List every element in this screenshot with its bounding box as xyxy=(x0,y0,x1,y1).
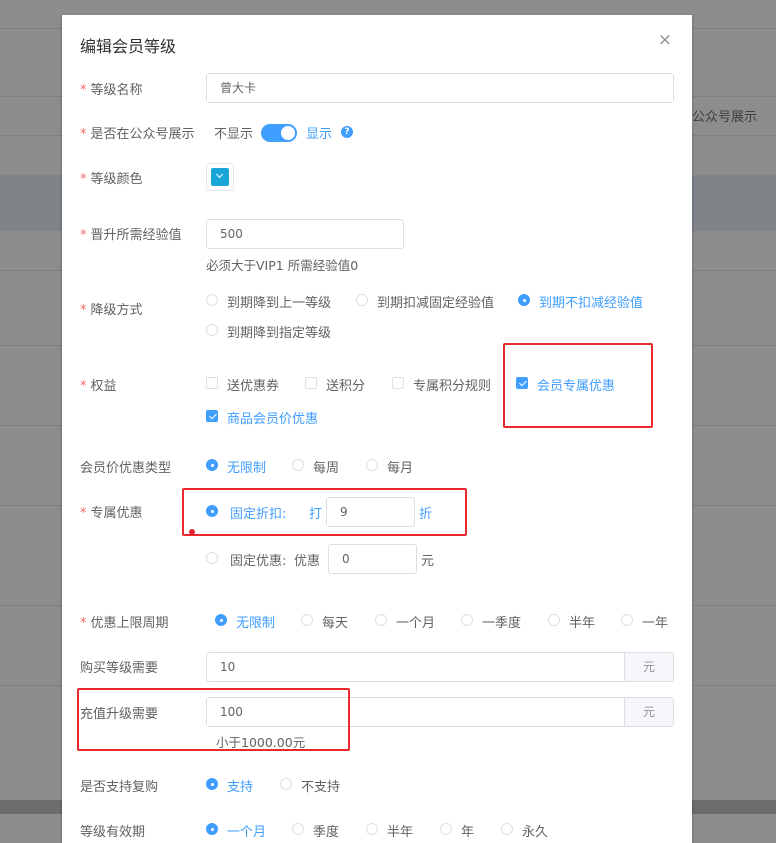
fixed-amount-suffix: 元 xyxy=(421,554,435,569)
switch-off-text: 不显示 xyxy=(214,127,254,142)
annotation-box-recharge xyxy=(77,688,350,751)
validity-option-1: 季度 xyxy=(313,825,340,840)
purchase-need-unit: 元 xyxy=(625,652,674,682)
level-name-input[interactable]: 曾大卡 xyxy=(206,73,674,103)
exp-hint: 必须大于VIP1 所需经验值0 xyxy=(206,258,359,273)
fixed-amount-input[interactable]: 0 xyxy=(328,544,417,574)
benefit-option-0: 送优惠券 xyxy=(227,379,280,394)
limit-radio-4[interactable] xyxy=(548,614,560,626)
level-name-label: * 等级名称 xyxy=(80,83,143,98)
benefit-option-1: 送积分 xyxy=(326,379,366,394)
limit-radio-2[interactable] xyxy=(375,614,387,626)
downgrade-option-0: 到期降到上一等级 xyxy=(227,296,332,311)
benefit-checkbox-2[interactable] xyxy=(392,377,404,389)
bg-column-text: 公众号展示 xyxy=(692,110,758,125)
validity-radio-1[interactable] xyxy=(292,823,304,835)
level-color-label: * 等级颜色 xyxy=(80,172,143,187)
benefit-option-4: 商品会员价优惠 xyxy=(227,412,319,427)
price-type-radio-1[interactable] xyxy=(292,459,304,471)
benefit-option-2: 专属积分规则 xyxy=(413,379,492,394)
limit-radio-1[interactable] xyxy=(301,614,313,626)
repurchase-option-1: 不支持 xyxy=(301,780,341,795)
limit-radio-3[interactable] xyxy=(461,614,473,626)
downgrade-option-1: 到期扣减固定经验值 xyxy=(377,296,495,311)
dialog-title: 编辑会员等级 xyxy=(80,37,177,56)
price-discount-type-label: 会员价优惠类型 xyxy=(80,461,172,476)
chevron-down-icon xyxy=(211,168,229,186)
benefits-label: * 权益 xyxy=(80,379,117,394)
repurchase-radio-0[interactable] xyxy=(206,778,218,790)
downgrade-radio-2[interactable] xyxy=(518,294,530,306)
benefit-checkbox-0[interactable] xyxy=(206,377,218,389)
fixed-amount-prefix: 优惠 xyxy=(294,554,321,569)
price-type-option-1: 每周 xyxy=(313,461,340,476)
recharge-need-unit: 元 xyxy=(625,697,674,727)
help-icon[interactable]: ? xyxy=(341,126,353,138)
show-public-label: * 是否在公众号展示 xyxy=(80,127,195,142)
validity-option-2: 半年 xyxy=(387,825,414,840)
price-type-radio-2[interactable] xyxy=(366,459,378,471)
fixed-amount-radio[interactable] xyxy=(206,552,218,564)
repurchase-radio-1[interactable] xyxy=(280,778,292,790)
downgrade-radio-0[interactable] xyxy=(206,294,218,306)
close-icon[interactable]: × xyxy=(658,32,672,49)
limit-option-4: 半年 xyxy=(569,616,596,631)
downgrade-radio-1[interactable] xyxy=(356,294,368,306)
benefit-checkbox-4[interactable] xyxy=(206,410,218,422)
price-type-option-2: 每月 xyxy=(387,461,414,476)
switch-on-text: 显示 xyxy=(306,127,333,142)
purchase-need-input[interactable]: 10 xyxy=(206,652,625,682)
validity-radio-3[interactable] xyxy=(440,823,452,835)
annotation-box-discount xyxy=(182,488,467,536)
validity-radio-2[interactable] xyxy=(366,823,378,835)
limit-option-3: 一季度 xyxy=(482,616,522,631)
validity-option-4: 永久 xyxy=(522,825,549,840)
validity-radio-0[interactable] xyxy=(206,823,218,835)
downgrade-option-3: 到期降到指定等级 xyxy=(227,326,332,341)
limit-option-5: 一年 xyxy=(642,616,669,631)
exp-required-input[interactable]: 500 xyxy=(206,219,404,249)
limit-option-1: 每天 xyxy=(322,616,349,631)
annotation-dot xyxy=(189,529,195,535)
downgrade-radio-3[interactable] xyxy=(206,324,218,336)
validity-radio-4[interactable] xyxy=(501,823,513,835)
benefit-checkbox-1[interactable] xyxy=(305,377,317,389)
repurchase-label: 是否支持复购 xyxy=(80,780,159,795)
purchase-need-label: 购买等级需要 xyxy=(80,661,159,676)
validity-option-3: 年 xyxy=(461,825,475,840)
limit-period-label: * 优惠上限周期 xyxy=(80,616,169,631)
annotation-box-benefit xyxy=(503,343,653,428)
repurchase-option-0: 支持 xyxy=(227,780,254,795)
fixed-amount-label: 固定优惠: xyxy=(230,554,287,569)
limit-option-0: 无限制 xyxy=(236,616,276,631)
exp-required-label: * 晋升所需经验值 xyxy=(80,228,182,243)
exclusive-label: * 专属优惠 xyxy=(80,506,143,521)
limit-radio-5[interactable] xyxy=(621,614,633,626)
downgrade-option-2: 到期不扣减经验值 xyxy=(539,296,644,311)
price-type-radio-0[interactable] xyxy=(206,459,218,471)
validity-label: 等级有效期 xyxy=(80,825,146,840)
show-public-switch[interactable] xyxy=(261,124,297,142)
price-type-option-0: 无限制 xyxy=(227,461,267,476)
limit-radio-0[interactable] xyxy=(215,614,227,626)
limit-option-2: 一个月 xyxy=(396,616,436,631)
color-picker[interactable] xyxy=(206,163,234,191)
validity-option-0: 一个月 xyxy=(227,825,267,840)
downgrade-label: * 降级方式 xyxy=(80,303,143,318)
